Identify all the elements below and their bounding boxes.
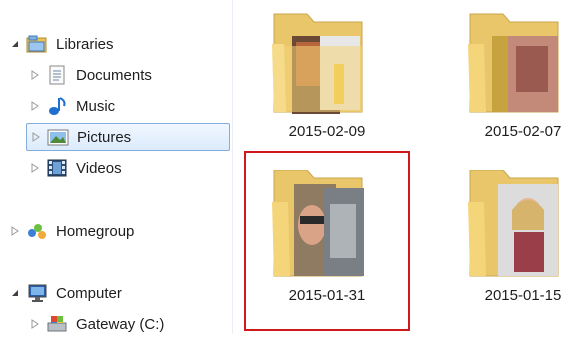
homegroup-icon [26,221,48,241]
folder-tile[interactable]: 2015-02-07 [458,6,578,140]
nav-label-music: Music [76,97,116,115]
libraries-icon [26,34,48,54]
nav-item-libraries[interactable]: Libraries [10,31,114,57]
expanded-arrow-icon[interactable] [10,39,20,49]
folder-icon [272,13,363,114]
collapsed-arrow-icon[interactable] [10,226,20,236]
nav-label-computer: Computer [56,284,122,302]
folder-tile[interactable]: 2015-01-15 [458,170,578,304]
collapsed-arrow-icon[interactable] [30,70,40,80]
folder-icon [468,13,559,113]
folder-name: 2015-02-07 [484,123,562,140]
folder-icon [468,170,559,277]
folder-tile[interactable]: 2015-02-09 [262,6,392,140]
expanded-arrow-icon[interactable] [10,288,20,298]
nav-item-music[interactable]: Music [30,93,115,119]
computer-icon [26,283,48,303]
folder-name: 2015-01-15 [484,287,562,304]
drive-icon [46,314,68,334]
pane-divider [232,0,233,334]
nav-item-drive-c[interactable]: Gateway (C:) [30,311,164,337]
nav-item-computer[interactable]: Computer [10,280,122,306]
nav-label-libraries: Libraries [56,35,114,53]
nav-label-pictures: Pictures [77,128,132,146]
pictures-icon [47,127,69,147]
nav-label-drive-c: Gateway (C:) [76,315,165,333]
nav-label-homegroup: Homegroup [56,222,135,240]
music-icon [46,96,68,116]
videos-icon [46,158,68,178]
nav-label-videos: Videos [76,159,122,177]
nav-item-pictures[interactable]: Pictures [26,123,230,151]
collapsed-arrow-icon[interactable] [30,319,40,329]
folder-name: 2015-02-09 [288,123,366,140]
highlight-box [244,151,410,331]
nav-label-documents: Documents [76,66,152,84]
documents-icon [46,65,68,85]
nav-item-documents[interactable]: Documents [30,62,152,88]
nav-item-videos[interactable]: Videos [30,155,122,181]
collapsed-arrow-icon[interactable] [31,132,41,142]
navigation-pane: Libraries Documents Music Pictures Video… [0,0,232,334]
nav-item-homegroup[interactable]: Homegroup [10,218,134,244]
collapsed-arrow-icon[interactable] [30,163,40,173]
collapsed-arrow-icon[interactable] [30,101,40,111]
